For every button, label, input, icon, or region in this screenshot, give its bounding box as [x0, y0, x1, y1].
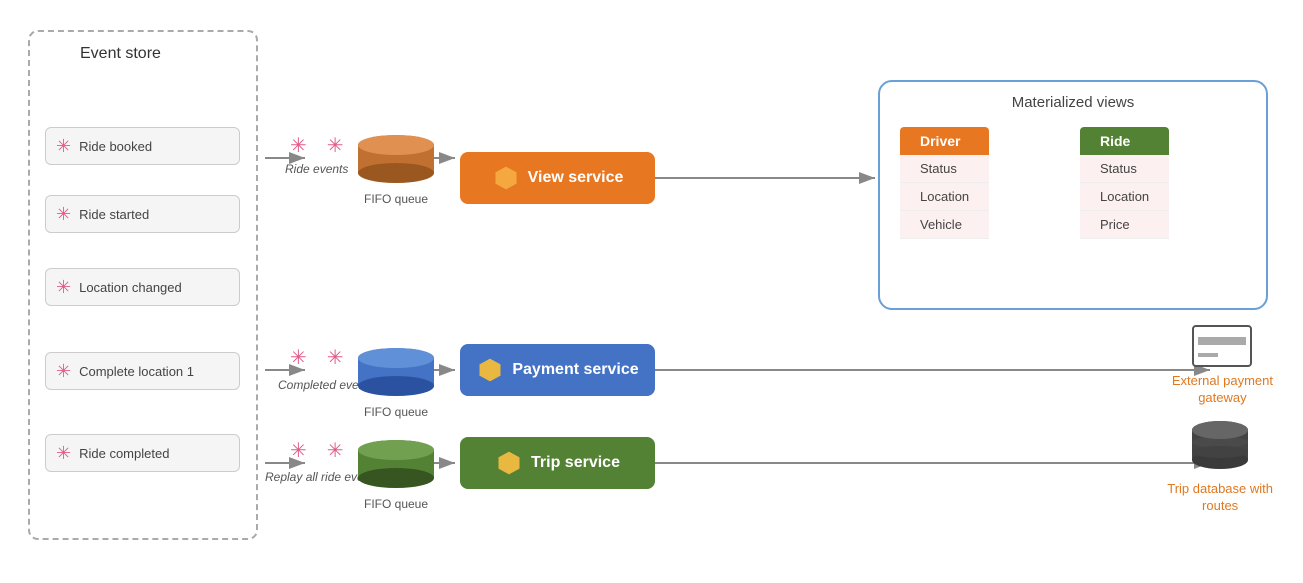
ride-row-status: Status	[1080, 155, 1169, 183]
materialized-views-title: Materialized views	[880, 94, 1266, 111]
external-payment-gateway: External paymentgateway	[1172, 325, 1273, 407]
event-sun-1b: ✳	[327, 133, 344, 158]
arrow-label-ride-events: Ride events	[285, 162, 348, 176]
database-icon	[1190, 420, 1250, 475]
driver-row-status: Status	[900, 155, 989, 183]
ride-row-price: Price	[1080, 211, 1169, 239]
driver-table-header: Driver	[900, 127, 989, 155]
sun-icon-4: ✳	[56, 362, 71, 380]
event-item-location-changed: ✳ Location changed	[45, 268, 240, 306]
sun-icon-2: ✳	[56, 205, 71, 223]
fifo-label-2: FIFO queue	[355, 405, 437, 419]
fifo-cylinder-2	[355, 348, 437, 398]
diagram: Event store ✳ Ride booked ✳ Ride started…	[0, 0, 1303, 583]
event-sun-2b: ✳	[327, 345, 344, 370]
fifo-cylinder-1	[355, 135, 437, 185]
event-item-ride-booked: ✳ Ride booked	[45, 127, 240, 165]
event-sun-2a: ✳	[290, 345, 307, 370]
driver-row-vehicle: Vehicle	[900, 211, 989, 239]
event-sun-3b: ✳	[327, 438, 344, 463]
materialized-views-box: Materialized views Driver Status Locatio…	[878, 80, 1268, 310]
fifo-queue-2: FIFO queue	[355, 348, 437, 419]
ride-table: Ride Status Location Price	[1080, 127, 1169, 239]
event-icons-row3: ✳ ✳	[290, 438, 344, 463]
payment-service-box: Payment service	[460, 344, 655, 396]
fifo-cylinder-3	[355, 440, 437, 490]
trip-database: Trip database withroutes	[1167, 420, 1273, 515]
db-svg	[1190, 420, 1250, 475]
ride-row-location: Location	[1080, 183, 1169, 211]
event-item-complete-location: ✳ Complete location 1	[45, 352, 240, 390]
event-sun-1a: ✳	[290, 133, 307, 158]
ride-table-header: Ride	[1080, 127, 1169, 155]
hex-icon-trip	[495, 449, 523, 477]
sun-icon-3: ✳	[56, 278, 71, 296]
event-icons-row2: ✳ ✳	[290, 345, 344, 370]
fifo-queue-1: FIFO queue	[355, 135, 437, 206]
event-sun-3a: ✳	[290, 438, 307, 463]
external-payment-label: External paymentgateway	[1172, 373, 1273, 407]
fifo-queue-3: FIFO queue	[355, 440, 437, 511]
event-store-title: Event store	[80, 45, 161, 63]
event-item-ride-completed: ✳ Ride completed	[45, 434, 240, 472]
driver-row-location: Location	[900, 183, 989, 211]
fifo-label-3: FIFO queue	[355, 497, 437, 511]
hex-icon-payment	[476, 356, 504, 384]
trip-database-label: Trip database withroutes	[1167, 481, 1273, 515]
driver-table: Driver Status Location Vehicle	[900, 127, 989, 239]
view-service-box: View service	[460, 152, 655, 204]
hex-icon-view	[492, 164, 520, 192]
sun-icon-1: ✳	[56, 137, 71, 155]
sun-icon-5: ✳	[56, 444, 71, 462]
fifo-label-1: FIFO queue	[355, 192, 437, 206]
payment-card-icon	[1192, 325, 1252, 367]
event-item-ride-started: ✳ Ride started	[45, 195, 240, 233]
event-icons-row1: ✳ ✳	[290, 133, 344, 158]
trip-service-box: Trip service	[460, 437, 655, 489]
